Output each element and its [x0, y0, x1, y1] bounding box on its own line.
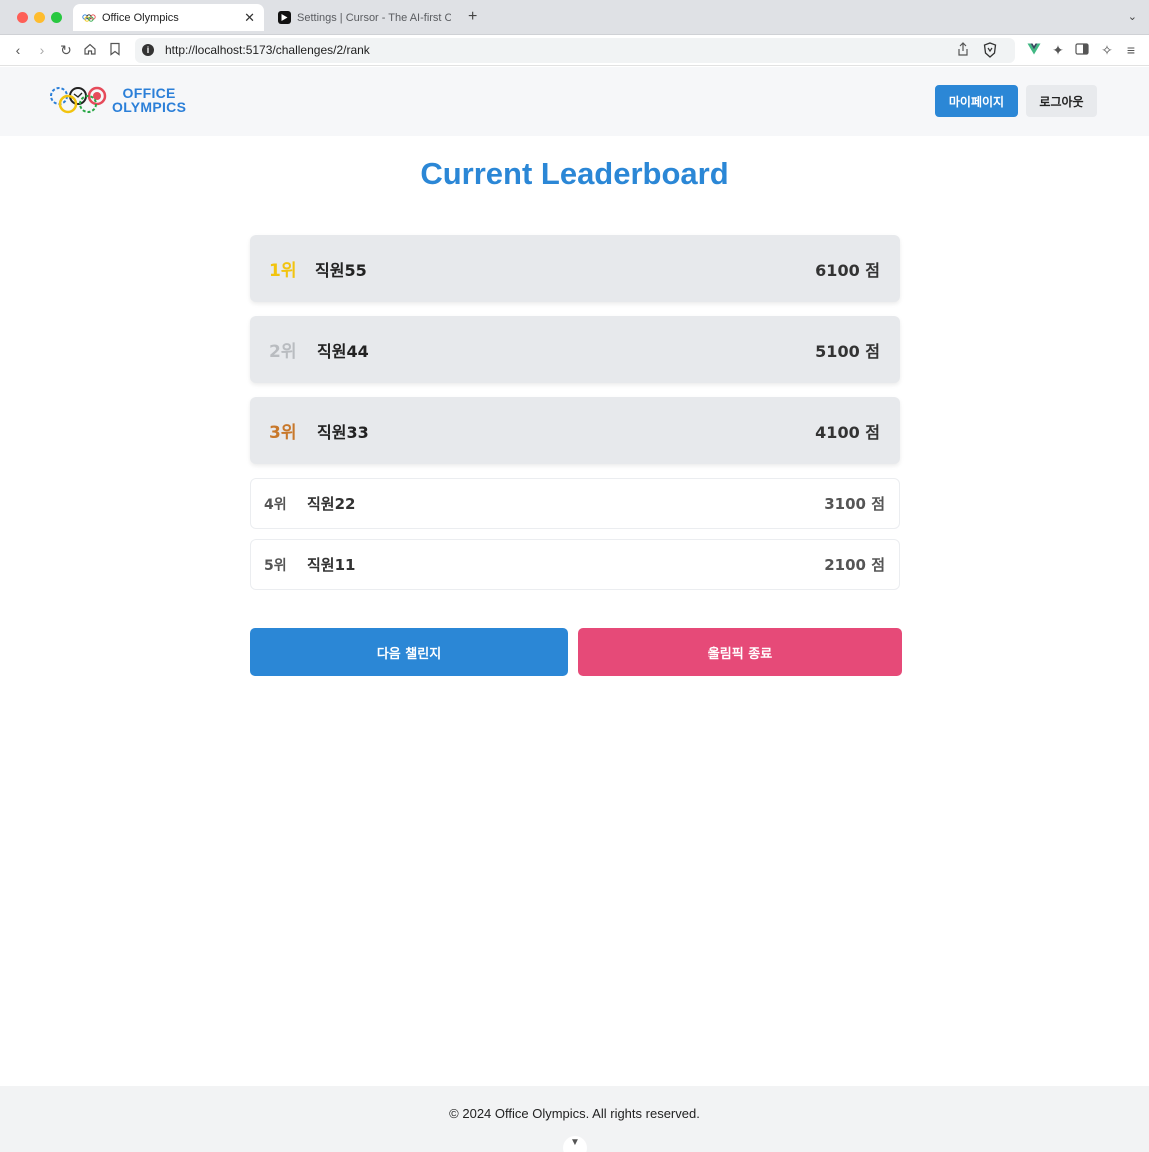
url-text[interactable]: http://localhost:5173/challenges/2/rank — [165, 43, 370, 57]
leo-ai-icon[interactable]: ✧ — [1099, 42, 1115, 58]
maximize-window-button[interactable] — [51, 12, 62, 23]
logo-line-1: OFFICE — [122, 85, 176, 101]
next-challenge-button[interactable]: 다음 챌린지 — [250, 628, 568, 676]
close-window-button[interactable] — [17, 12, 28, 23]
leaderboard-row-3: 3위 직원33 4100 점 — [250, 397, 900, 464]
leaderboard-row-1: 1위 직원55 6100 점 — [250, 235, 900, 302]
close-tab-icon[interactable]: ✕ — [244, 10, 255, 26]
sidebar-icon[interactable] — [1074, 42, 1090, 58]
player-score: 6100 점 — [815, 260, 880, 280]
rank-position: 3위 — [269, 423, 297, 443]
end-olympics-button[interactable]: 올림픽 종료 — [578, 628, 902, 676]
pointer-cursor-icon: ☝ — [707, 644, 717, 661]
forward-icon[interactable]: › — [34, 42, 50, 58]
my-page-button[interactable]: 마이페이지 — [935, 85, 1018, 117]
cursor-logo-icon — [277, 11, 291, 25]
page-footer: © 2024 Office Olympics. All rights reser… — [0, 1086, 1149, 1152]
share-icon[interactable] — [957, 42, 969, 59]
player-score: 2100 점 — [824, 556, 885, 574]
menu-icon[interactable]: ≡ — [1123, 42, 1139, 58]
site-info-icon[interactable]: i — [142, 44, 154, 56]
page-title: Current Leaderboard — [420, 156, 729, 191]
home-icon[interactable] — [82, 42, 98, 58]
player-name: 직원22 — [307, 495, 356, 513]
new-tab-icon[interactable]: + — [468, 8, 477, 26]
logo-line-2: OLYMPICS — [112, 99, 187, 115]
extensions-icon[interactable]: ✦ — [1050, 42, 1066, 58]
rank-position: 4위 — [264, 496, 287, 513]
scroll-down-icon[interactable]: ▼ — [563, 1136, 587, 1152]
rank-position: 2위 — [269, 342, 297, 362]
tab-title: Settings | Cursor - The AI-first Co — [297, 11, 451, 24]
tab-office-olympics[interactable]: Office Olympics ✕ — [73, 4, 264, 31]
logout-button[interactable]: 로그아웃 — [1026, 85, 1097, 117]
olympic-rings-logo-icon — [50, 86, 107, 114]
logo-text: OFFICE OLYMPICS — [112, 86, 186, 114]
player-score: 3100 점 — [824, 495, 885, 513]
vue-devtools-icon[interactable] — [1026, 42, 1042, 58]
player-name: 직원55 — [315, 260, 367, 280]
tab-cursor-settings[interactable]: Settings | Cursor - The AI-first Co — [268, 4, 460, 31]
office-olympics-logo[interactable]: OFFICE OLYMPICS — [48, 84, 186, 116]
brave-shield-icon[interactable] — [983, 42, 997, 58]
back-icon[interactable]: ‹ — [10, 42, 26, 58]
address-bar[interactable]: i http://localhost:5173/challenges/2/ran… — [135, 38, 1015, 63]
player-score: 4100 점 — [815, 422, 880, 442]
leaderboard-row-5: 5위 직원11 2100 점 — [250, 539, 900, 590]
olympic-rings-icon — [82, 11, 96, 25]
player-name: 직원11 — [307, 556, 356, 574]
leaderboard-row-2: 2위 직원44 5100 점 — [250, 316, 900, 383]
app-header: OFFICE OLYMPICS 마이페이지 로그아웃 — [0, 67, 1149, 136]
minimize-window-button[interactable] — [34, 12, 45, 23]
browser-tab-bar: Office Olympics ✕ Settings | Cursor - Th… — [0, 0, 1149, 35]
player-score: 5100 점 — [815, 341, 880, 361]
rank-position: 5위 — [264, 557, 287, 574]
copyright-text: © 2024 Office Olympics. All rights reser… — [449, 1106, 700, 1121]
reload-icon[interactable]: ↻ — [58, 42, 74, 58]
rank-position: 1위 — [269, 261, 297, 281]
leaderboard-row-4: 4위 직원22 3100 점 — [250, 478, 900, 529]
browser-toolbar: ‹ › ↻ i http://localhost:5173/challenges… — [0, 35, 1149, 66]
tab-title: Office Olympics — [102, 11, 179, 24]
chevron-down-icon[interactable]: ⌄ — [1128, 10, 1137, 23]
player-name: 직원44 — [317, 341, 369, 361]
bookmark-icon[interactable] — [107, 42, 123, 58]
player-name: 직원33 — [317, 422, 369, 442]
